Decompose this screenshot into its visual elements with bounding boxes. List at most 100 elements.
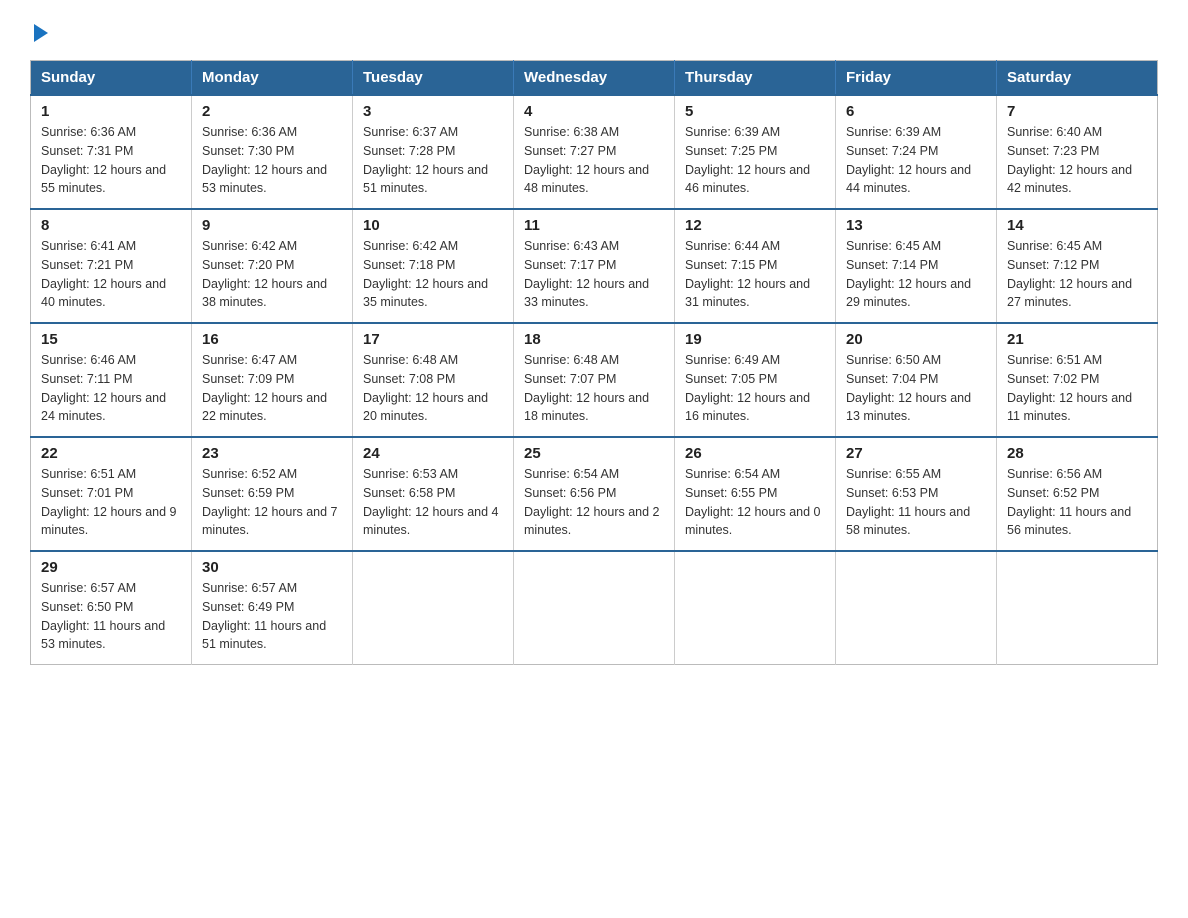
calendar-cell: 18 Sunrise: 6:48 AMSunset: 7:07 PMDaylig…: [514, 323, 675, 437]
logo-triangle-icon: [34, 24, 48, 42]
day-number: 20: [846, 331, 986, 348]
calendar-cell: 12 Sunrise: 6:44 AMSunset: 7:15 PMDaylig…: [675, 209, 836, 323]
calendar-body: 1 Sunrise: 6:36 AMSunset: 7:31 PMDayligh…: [31, 95, 1158, 665]
weekday-header-thursday: Thursday: [675, 61, 836, 96]
calendar-cell: [514, 551, 675, 665]
day-info: Sunrise: 6:54 AMSunset: 6:55 PMDaylight:…: [685, 465, 825, 540]
calendar-cell: [353, 551, 514, 665]
day-number: 14: [1007, 217, 1147, 234]
calendar-cell: 27 Sunrise: 6:55 AMSunset: 6:53 PMDaylig…: [836, 437, 997, 551]
day-number: 8: [41, 217, 181, 234]
day-number: 13: [846, 217, 986, 234]
day-info: Sunrise: 6:55 AMSunset: 6:53 PMDaylight:…: [846, 465, 986, 540]
calendar-cell: 9 Sunrise: 6:42 AMSunset: 7:20 PMDayligh…: [192, 209, 353, 323]
calendar-cell: 7 Sunrise: 6:40 AMSunset: 7:23 PMDayligh…: [997, 95, 1158, 209]
day-number: 12: [685, 217, 825, 234]
day-info: Sunrise: 6:51 AMSunset: 7:02 PMDaylight:…: [1007, 351, 1147, 426]
day-info: Sunrise: 6:45 AMSunset: 7:12 PMDaylight:…: [1007, 237, 1147, 312]
calendar-cell: 24 Sunrise: 6:53 AMSunset: 6:58 PMDaylig…: [353, 437, 514, 551]
day-number: 23: [202, 445, 342, 462]
calendar-cell: 3 Sunrise: 6:37 AMSunset: 7:28 PMDayligh…: [353, 95, 514, 209]
day-info: Sunrise: 6:38 AMSunset: 7:27 PMDaylight:…: [524, 123, 664, 198]
weekday-header-row: SundayMondayTuesdayWednesdayThursdayFrid…: [31, 61, 1158, 96]
day-info: Sunrise: 6:44 AMSunset: 7:15 PMDaylight:…: [685, 237, 825, 312]
day-info: Sunrise: 6:39 AMSunset: 7:25 PMDaylight:…: [685, 123, 825, 198]
day-number: 2: [202, 103, 342, 120]
day-number: 6: [846, 103, 986, 120]
day-info: Sunrise: 6:45 AMSunset: 7:14 PMDaylight:…: [846, 237, 986, 312]
day-info: Sunrise: 6:40 AMSunset: 7:23 PMDaylight:…: [1007, 123, 1147, 198]
calendar-cell: [836, 551, 997, 665]
calendar-cell: 14 Sunrise: 6:45 AMSunset: 7:12 PMDaylig…: [997, 209, 1158, 323]
calendar-cell: 8 Sunrise: 6:41 AMSunset: 7:21 PMDayligh…: [31, 209, 192, 323]
calendar-cell: 10 Sunrise: 6:42 AMSunset: 7:18 PMDaylig…: [353, 209, 514, 323]
calendar-cell: 1 Sunrise: 6:36 AMSunset: 7:31 PMDayligh…: [31, 95, 192, 209]
logo-blue-text: [30, 24, 48, 44]
calendar-cell: 16 Sunrise: 6:47 AMSunset: 7:09 PMDaylig…: [192, 323, 353, 437]
day-info: Sunrise: 6:50 AMSunset: 7:04 PMDaylight:…: [846, 351, 986, 426]
day-info: Sunrise: 6:49 AMSunset: 7:05 PMDaylight:…: [685, 351, 825, 426]
day-info: Sunrise: 6:56 AMSunset: 6:52 PMDaylight:…: [1007, 465, 1147, 540]
day-number: 21: [1007, 331, 1147, 348]
day-number: 3: [363, 103, 503, 120]
day-number: 5: [685, 103, 825, 120]
day-info: Sunrise: 6:42 AMSunset: 7:18 PMDaylight:…: [363, 237, 503, 312]
calendar-cell: 11 Sunrise: 6:43 AMSunset: 7:17 PMDaylig…: [514, 209, 675, 323]
calendar-cell: 22 Sunrise: 6:51 AMSunset: 7:01 PMDaylig…: [31, 437, 192, 551]
calendar-cell: 4 Sunrise: 6:38 AMSunset: 7:27 PMDayligh…: [514, 95, 675, 209]
calendar-week-2: 8 Sunrise: 6:41 AMSunset: 7:21 PMDayligh…: [31, 209, 1158, 323]
day-info: Sunrise: 6:51 AMSunset: 7:01 PMDaylight:…: [41, 465, 181, 540]
calendar-cell: 29 Sunrise: 6:57 AMSunset: 6:50 PMDaylig…: [31, 551, 192, 665]
page-header: [30, 24, 1158, 44]
day-number: 30: [202, 559, 342, 576]
day-info: Sunrise: 6:41 AMSunset: 7:21 PMDaylight:…: [41, 237, 181, 312]
calendar-week-1: 1 Sunrise: 6:36 AMSunset: 7:31 PMDayligh…: [31, 95, 1158, 209]
calendar-week-4: 22 Sunrise: 6:51 AMSunset: 7:01 PMDaylig…: [31, 437, 1158, 551]
day-info: Sunrise: 6:54 AMSunset: 6:56 PMDaylight:…: [524, 465, 664, 540]
day-info: Sunrise: 6:36 AMSunset: 7:31 PMDaylight:…: [41, 123, 181, 198]
weekday-header-friday: Friday: [836, 61, 997, 96]
weekday-header-tuesday: Tuesday: [353, 61, 514, 96]
calendar-cell: 19 Sunrise: 6:49 AMSunset: 7:05 PMDaylig…: [675, 323, 836, 437]
day-number: 7: [1007, 103, 1147, 120]
day-info: Sunrise: 6:48 AMSunset: 7:08 PMDaylight:…: [363, 351, 503, 426]
day-number: 4: [524, 103, 664, 120]
day-info: Sunrise: 6:57 AMSunset: 6:50 PMDaylight:…: [41, 579, 181, 654]
weekday-header-sunday: Sunday: [31, 61, 192, 96]
calendar-cell: 21 Sunrise: 6:51 AMSunset: 7:02 PMDaylig…: [997, 323, 1158, 437]
day-number: 1: [41, 103, 181, 120]
calendar-cell: [997, 551, 1158, 665]
day-info: Sunrise: 6:48 AMSunset: 7:07 PMDaylight:…: [524, 351, 664, 426]
calendar-cell: 30 Sunrise: 6:57 AMSunset: 6:49 PMDaylig…: [192, 551, 353, 665]
calendar-week-3: 15 Sunrise: 6:46 AMSunset: 7:11 PMDaylig…: [31, 323, 1158, 437]
day-info: Sunrise: 6:39 AMSunset: 7:24 PMDaylight:…: [846, 123, 986, 198]
day-number: 28: [1007, 445, 1147, 462]
calendar-cell: 17 Sunrise: 6:48 AMSunset: 7:08 PMDaylig…: [353, 323, 514, 437]
calendar-table: SundayMondayTuesdayWednesdayThursdayFrid…: [30, 60, 1158, 665]
calendar-cell: 23 Sunrise: 6:52 AMSunset: 6:59 PMDaylig…: [192, 437, 353, 551]
calendar-header: SundayMondayTuesdayWednesdayThursdayFrid…: [31, 61, 1158, 96]
calendar-cell: 6 Sunrise: 6:39 AMSunset: 7:24 PMDayligh…: [836, 95, 997, 209]
calendar-cell: 20 Sunrise: 6:50 AMSunset: 7:04 PMDaylig…: [836, 323, 997, 437]
day-info: Sunrise: 6:42 AMSunset: 7:20 PMDaylight:…: [202, 237, 342, 312]
day-number: 16: [202, 331, 342, 348]
day-number: 18: [524, 331, 664, 348]
calendar-cell: [675, 551, 836, 665]
weekday-header-monday: Monday: [192, 61, 353, 96]
day-number: 26: [685, 445, 825, 462]
day-number: 27: [846, 445, 986, 462]
day-info: Sunrise: 6:57 AMSunset: 6:49 PMDaylight:…: [202, 579, 342, 654]
day-info: Sunrise: 6:37 AMSunset: 7:28 PMDaylight:…: [363, 123, 503, 198]
logo: [30, 24, 48, 44]
weekday-header-saturday: Saturday: [997, 61, 1158, 96]
day-info: Sunrise: 6:47 AMSunset: 7:09 PMDaylight:…: [202, 351, 342, 426]
calendar-cell: 2 Sunrise: 6:36 AMSunset: 7:30 PMDayligh…: [192, 95, 353, 209]
day-number: 25: [524, 445, 664, 462]
calendar-cell: 5 Sunrise: 6:39 AMSunset: 7:25 PMDayligh…: [675, 95, 836, 209]
day-number: 24: [363, 445, 503, 462]
day-number: 15: [41, 331, 181, 348]
day-info: Sunrise: 6:53 AMSunset: 6:58 PMDaylight:…: [363, 465, 503, 540]
day-number: 29: [41, 559, 181, 576]
calendar-cell: 15 Sunrise: 6:46 AMSunset: 7:11 PMDaylig…: [31, 323, 192, 437]
calendar-week-5: 29 Sunrise: 6:57 AMSunset: 6:50 PMDaylig…: [31, 551, 1158, 665]
